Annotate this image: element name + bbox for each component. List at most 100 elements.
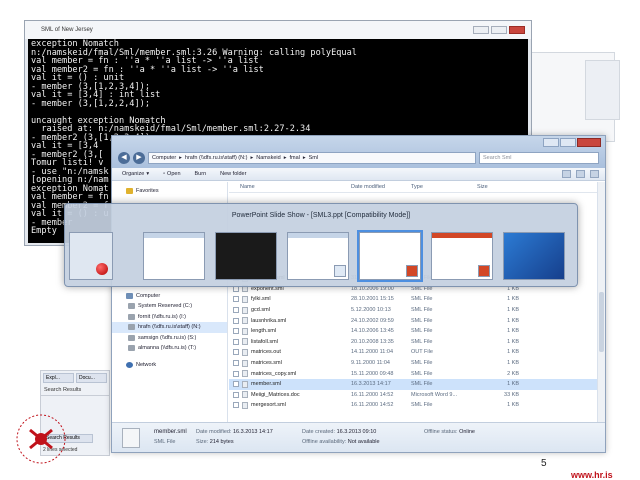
computer-icon bbox=[126, 292, 133, 299]
breadcrumb-fmal[interactable]: fmal bbox=[289, 155, 299, 161]
file-row[interactable]: listafoll.sml 20.10.2008 13:35 SML File 1 K… bbox=[229, 337, 597, 348]
checkbox[interactable] bbox=[233, 391, 239, 398]
preview-pane-icon[interactable] bbox=[576, 170, 585, 178]
maximize-button[interactable] bbox=[560, 138, 576, 147]
console-line: - member (3,[1,2,2,4]); bbox=[31, 98, 150, 109]
switcher-thumbnail-powerpoint[interactable] bbox=[431, 232, 493, 280]
hr-logo bbox=[16, 414, 66, 464]
file-row[interactable]: mergesort.sml 16.11.2000 14:52 SML File 1 K… bbox=[229, 400, 597, 411]
maximize-button[interactable] bbox=[491, 26, 507, 34]
app-icon bbox=[334, 265, 346, 277]
address-bar[interactable]: Computer ▸ hrafn (\\dfs.ru.is\staff) (N:)… bbox=[148, 152, 476, 164]
file-row[interactable]: matrices.sml 9.11.2000 11:04 SML File 1 KB bbox=[229, 358, 597, 369]
back-button[interactable]: ◀ bbox=[118, 152, 130, 164]
file-date: 15.11.2000 09:48 bbox=[351, 370, 394, 377]
burn-button[interactable]: Burn bbox=[195, 171, 207, 177]
file-icon bbox=[242, 370, 248, 378]
chevron-down-icon: ▾ bbox=[146, 171, 150, 177]
list-header: Name Date modified Type Size bbox=[229, 182, 597, 193]
checkbox[interactable] bbox=[233, 349, 239, 356]
checkbox[interactable] bbox=[233, 307, 239, 314]
file-row[interactable]: gcd.sml 5.12.2000 10:13 SML File 1 KB bbox=[229, 305, 597, 316]
file-name: fylki.sml bbox=[251, 296, 271, 303]
nav-network[interactable]: Network bbox=[112, 360, 227, 371]
checkbox[interactable] bbox=[233, 328, 239, 335]
minimize-button[interactable] bbox=[543, 138, 559, 147]
checkbox[interactable] bbox=[233, 402, 239, 409]
switcher-thumbnail-explorer[interactable] bbox=[143, 232, 205, 280]
file-row[interactable]: matrices_copy.sml 15.11.2000 09:48 SML Fil… bbox=[229, 368, 597, 379]
minimize-button[interactable] bbox=[473, 26, 489, 34]
file-icon bbox=[242, 317, 248, 325]
switcher-thumbnail-console[interactable] bbox=[215, 232, 277, 280]
switcher-thumbnail-desktop-preview[interactable] bbox=[503, 232, 565, 280]
column-header-type[interactable]: Type bbox=[411, 184, 473, 190]
checkbox[interactable] bbox=[233, 370, 239, 377]
file-size: 1 KB bbox=[507, 307, 519, 314]
breadcrumb-computer[interactable]: Computer bbox=[152, 155, 176, 161]
column-header-date[interactable]: Date modified bbox=[351, 184, 411, 190]
tab-explorer[interactable]: Expl... bbox=[43, 373, 74, 383]
scroll-thumb[interactable] bbox=[599, 292, 604, 352]
file-row[interactable]: member.sml 16.3.2013 14:17 SML File 1 KB bbox=[229, 378, 597, 390]
open-button[interactable]: ▫ Open bbox=[163, 171, 180, 177]
details-date-created: Date created: 16.3.2013 09:10 bbox=[302, 429, 377, 435]
nav-drive-t[interactable]: almanna (\\dfs.ru.is) (T:) bbox=[112, 343, 227, 354]
breadcrumb-namskeid[interactable]: Namskeid bbox=[256, 155, 280, 161]
nav-drive-n[interactable]: hrafn (\\dfs.ru.is\staff) (N:) bbox=[112, 322, 227, 333]
switcher-thumbnail-editor[interactable] bbox=[287, 232, 349, 280]
column-header-size[interactable]: Size bbox=[473, 184, 523, 190]
file-size: 1 KB bbox=[507, 338, 519, 345]
file-size: 33 KB bbox=[504, 391, 519, 398]
file-row[interactable]: Meiigi_Matrices.doc 16.11.2000 14:52 Micro… bbox=[229, 390, 597, 401]
file-name: member.sml bbox=[251, 381, 281, 388]
window-titlebar[interactable]: ◀ ▶ Computer ▸ hrafn (\\dfs.ru.is\staff) … bbox=[112, 136, 605, 168]
checkbox[interactable] bbox=[233, 360, 239, 367]
nav-drive-i[interactable]: fornit (\\dfs.ru.is) (I:) bbox=[112, 312, 227, 323]
search-input[interactable]: Search Sml bbox=[479, 152, 599, 164]
file-icon: ▫ bbox=[163, 171, 166, 177]
nav-drive-s[interactable]: samsign (\\dfs.ru.is) (S:) bbox=[112, 333, 227, 344]
file-type: OUT File bbox=[411, 349, 433, 356]
tab-documents[interactable]: Docu... bbox=[76, 373, 107, 383]
file-type: SML File bbox=[411, 360, 433, 367]
checkbox[interactable] bbox=[233, 338, 239, 345]
checkbox[interactable] bbox=[233, 381, 239, 388]
file-date: 28.10.2001 15:15 bbox=[351, 296, 394, 303]
nav-favorites[interactable]: Favorites bbox=[112, 186, 227, 197]
file-row[interactable]: matrices.out 14.11.2000 11:04 OUT File 1 KB bbox=[229, 347, 597, 358]
file-type: SML File bbox=[411, 296, 433, 303]
checkbox[interactable] bbox=[233, 317, 239, 324]
file-name: listafoll.sml bbox=[251, 338, 278, 345]
network-drive-icon bbox=[128, 345, 135, 352]
file-row[interactable]: fylki.sml 28.10.2001 15:15 SML File 1 KB bbox=[229, 294, 597, 305]
switcher-thumbnail-desktop[interactable] bbox=[69, 232, 113, 280]
column-header-name[interactable]: Name bbox=[229, 184, 351, 190]
file-name: lausnhrika.sml bbox=[251, 317, 287, 324]
file-size: 1 KB bbox=[507, 328, 519, 335]
close-button[interactable] bbox=[509, 26, 525, 34]
breadcrumb-drive[interactable]: hrafn (\\dfs.ru.is\staff) (N:) bbox=[185, 155, 248, 161]
footer-url[interactable]: www.hr.is bbox=[571, 470, 613, 480]
vertical-scrollbar[interactable] bbox=[597, 182, 605, 422]
nav-computer[interactable]: Computer bbox=[112, 291, 227, 302]
file-row[interactable]: length.sml 14.10.2006 13:45 SML File 1 KB bbox=[229, 326, 597, 337]
checkbox[interactable] bbox=[233, 296, 239, 303]
organize-button[interactable]: Organize ▾ bbox=[122, 171, 149, 177]
explorer-window[interactable]: ◀ ▶ Computer ▸ hrafn (\\dfs.ru.is\staff) … bbox=[111, 135, 606, 453]
help-icon[interactable] bbox=[590, 170, 599, 178]
nav-drive-c[interactable]: System Reserved (C:) bbox=[112, 301, 227, 312]
file-date: 16.3.2013 14:17 bbox=[351, 381, 391, 388]
new-folder-button[interactable]: New folder bbox=[220, 171, 246, 177]
drive-icon bbox=[128, 303, 135, 310]
file-icon bbox=[242, 327, 248, 335]
forward-button[interactable]: ▶ bbox=[133, 152, 145, 164]
breadcrumb-sml[interactable]: Sml bbox=[309, 155, 318, 161]
file-row[interactable]: lausnhrika.sml 24.10.2002 09:59 SML File 1 … bbox=[229, 315, 597, 326]
file-icon bbox=[242, 338, 248, 346]
window-title: SML of New Jersey bbox=[41, 27, 93, 33]
switcher-thumbnail-powerpoint-show[interactable] bbox=[357, 230, 423, 282]
window-titlebar[interactable]: SML of New Jersey bbox=[25, 21, 531, 39]
close-button[interactable] bbox=[577, 138, 601, 147]
view-options-icon[interactable] bbox=[562, 170, 571, 178]
